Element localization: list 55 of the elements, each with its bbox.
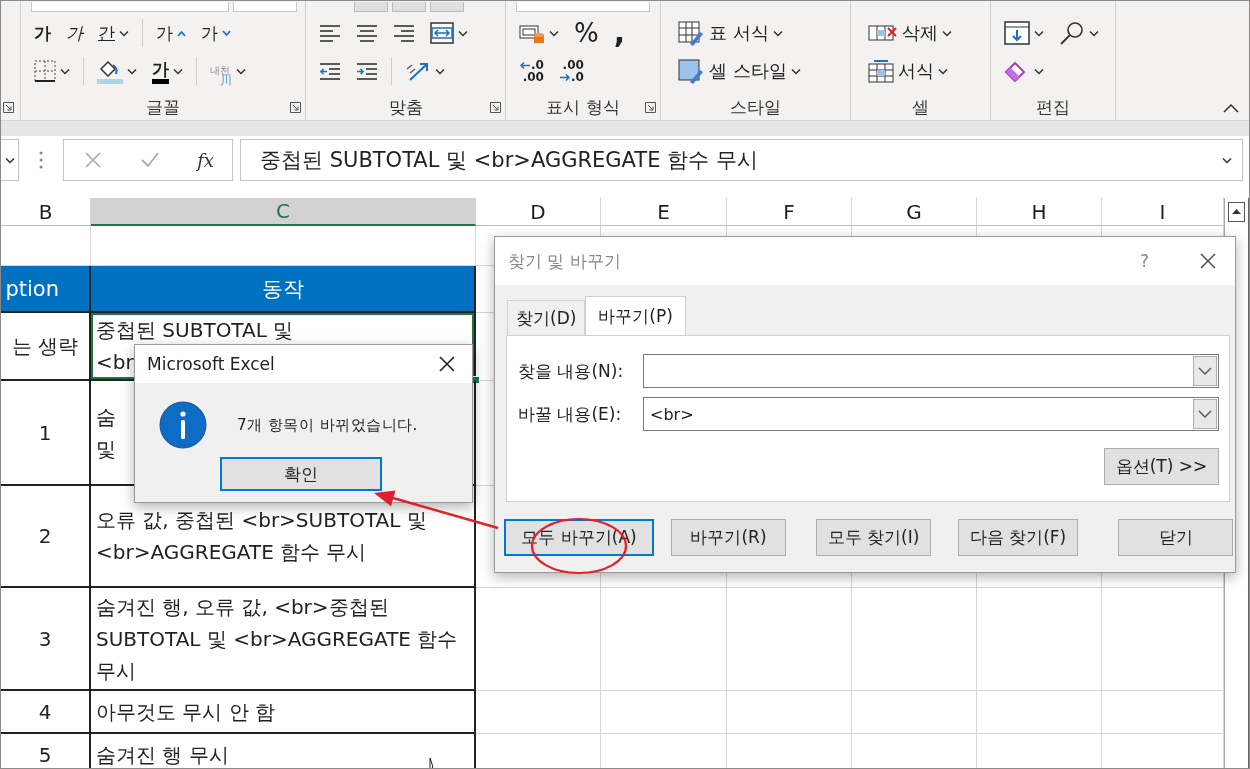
message-text: 7개 항목이 바뀌었습니다. bbox=[237, 415, 418, 435]
column-header[interactable]: F bbox=[727, 198, 852, 226]
group-label: 셀 bbox=[912, 95, 929, 119]
group-label: 글꼴 bbox=[146, 95, 180, 119]
group-label: 표시 형식 bbox=[546, 95, 620, 119]
increase-font-button[interactable]: 가 bbox=[151, 18, 191, 48]
dialog-title: 찾기 및 바꾸기 bbox=[508, 249, 622, 273]
table-cell: 아무것도 무시 안 함 bbox=[91, 691, 476, 734]
delete-button[interactable]: 삭제 bbox=[863, 18, 957, 48]
decrease-font-button[interactable]: 가 bbox=[196, 18, 236, 48]
dialog-button[interactable]: 다음 찾기(F) bbox=[958, 519, 1078, 556]
bold-button[interactable]: 가 bbox=[29, 18, 56, 48]
options-button[interactable]: 옵션(T) >> bbox=[1104, 448, 1219, 485]
percent-button[interactable]: % bbox=[569, 18, 604, 48]
cell-styles-button[interactable]: 셀 스타일 bbox=[673, 56, 806, 86]
help-button[interactable]: ? bbox=[1139, 251, 1149, 271]
dialog-button[interactable]: 모두 찾기(I) bbox=[816, 519, 931, 556]
table-header-cell: ption bbox=[1, 266, 91, 313]
underline-button[interactable]: 간 bbox=[93, 18, 134, 48]
insert-function-button[interactable]: fx bbox=[197, 149, 214, 171]
column-header[interactable]: C bbox=[91, 198, 476, 226]
tab[interactable]: 찾기(D) bbox=[507, 300, 586, 335]
field-label: 바꿀 내용(E): bbox=[518, 402, 622, 426]
formula-field[interactable]: 중첩된 SUBTOTAL 및 <br>AGGREGATE 함수 무시 bbox=[240, 139, 1243, 181]
format-button[interactable]: 서식 bbox=[863, 56, 953, 86]
column-header[interactable]: I bbox=[1102, 198, 1224, 226]
group-label: 스타일 bbox=[730, 95, 781, 119]
table-cell: 1 bbox=[1, 381, 91, 486]
combo-field[interactable]: <br> bbox=[643, 397, 1219, 431]
table-cell: 3 bbox=[1, 588, 91, 691]
table-cell: 5 bbox=[1, 734, 91, 768]
table-cell: 숨겨진 행, 오류 값, <br>중첩된 SUBTOTAL 및 <br>AGGREGATE 함수 무시 bbox=[91, 588, 476, 691]
italic-button[interactable]: 가 bbox=[61, 18, 88, 48]
field-label: 찾을 내용(N): bbox=[518, 359, 624, 383]
column-header[interactable]: E bbox=[601, 198, 727, 226]
table-cell: 4 bbox=[1, 691, 91, 734]
table-cell: 2 bbox=[1, 486, 91, 588]
column-header[interactable]: D bbox=[476, 198, 601, 226]
table-header-cell: 동작 bbox=[91, 266, 476, 313]
table-cell: 는 생략 bbox=[1, 313, 91, 381]
dialog-button[interactable]: 바꾸기(R) bbox=[671, 519, 786, 556]
increase-decimal-button[interactable]: .0 .00 bbox=[514, 56, 549, 86]
dialog-button[interactable]: 확인 bbox=[220, 457, 382, 491]
group-label: 편집 bbox=[1036, 95, 1070, 119]
dialog-button[interactable]: 닫기 bbox=[1118, 519, 1233, 556]
tab[interactable]: 바꾸기(P) bbox=[585, 296, 686, 335]
dialog-title: Microsoft Excel bbox=[147, 354, 276, 374]
column-header[interactable]: H bbox=[977, 198, 1102, 226]
column-header[interactable]: G bbox=[852, 198, 977, 226]
format-as-table-button[interactable]: 표 서식 bbox=[673, 18, 788, 48]
decrease-decimal-button[interactable]: .00 .0 bbox=[553, 56, 589, 86]
font-color-button[interactable]: 가 bbox=[147, 56, 188, 86]
group-label: 맞춤 bbox=[388, 95, 423, 119]
comma-style-button[interactable]: , bbox=[608, 18, 631, 48]
column-header[interactable]: B bbox=[1, 198, 91, 226]
